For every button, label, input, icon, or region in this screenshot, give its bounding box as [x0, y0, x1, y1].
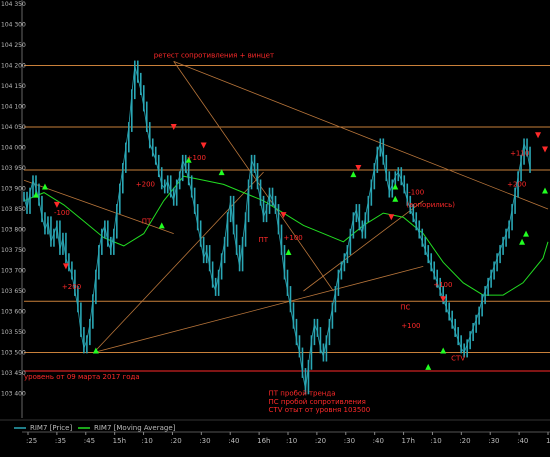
y-tick-label: 104 350 — [1, 1, 26, 8]
y-tick-label: 103 850 — [1, 206, 26, 213]
y-tick-label: 103 800 — [1, 227, 26, 234]
x-tick-label: 17h — [402, 437, 415, 445]
y-tick-label: 104 100 — [1, 104, 26, 111]
annotation-text: ПТ пробой тренда — [269, 390, 336, 398]
x-tick-label: :30 — [344, 437, 355, 445]
x-tick-label: 18h — [546, 437, 550, 445]
annotation-text: +100 — [401, 322, 420, 330]
plot-background — [0, 0, 550, 453]
y-tick-label: 103 900 — [1, 186, 26, 193]
y-axis: 104 350 104 300 104 250 104 200 104 150 104 1… — [1, 0, 26, 418]
annotation-text: ПС — [400, 303, 410, 311]
y-tick-label: 104 050 — [1, 124, 26, 131]
annotation-text: (вопорились) — [406, 201, 455, 209]
y-tick-label: 104 300 — [1, 22, 26, 29]
annotation-text: +100 — [433, 281, 452, 289]
y-tick-label: 104 000 — [1, 145, 26, 152]
annotation-text: -100 — [408, 189, 424, 197]
x-tick-label: :45 — [84, 437, 95, 445]
y-tick-label: 103 550 — [1, 329, 26, 336]
y-tick-label: 103 600 — [1, 309, 26, 316]
annotation-text: ПС пробой сопротивления — [269, 398, 366, 406]
x-tick-label: :20 — [315, 437, 326, 445]
x-tick-label: :30 — [488, 437, 499, 445]
annotation-text: уровень от 09 марта 2017 года — [24, 373, 140, 381]
y-tick-label: 104 250 — [1, 42, 26, 49]
x-tick-label: :20 — [459, 437, 470, 445]
legend-label: RIM7 [Moving Average] — [94, 424, 176, 432]
annotation-text: ПТ — [259, 236, 269, 244]
y-tick-label: 103 950 — [1, 165, 26, 172]
annotation-text: ретест сопротивления + винцет — [154, 51, 274, 59]
x-tick-label: :40 — [373, 437, 384, 445]
y-tick-label: 104 200 — [1, 63, 26, 70]
y-tick-label: 103 650 — [1, 288, 26, 295]
annotation-text: СТV — [451, 355, 465, 363]
x-tick-label: :10 — [142, 437, 153, 445]
x-tick-label: :35 — [55, 437, 66, 445]
annotation-text: +200 — [62, 283, 81, 291]
legend-label: RIM7 [Price] — [30, 424, 72, 432]
y-tick-label: 103 500 — [1, 350, 26, 357]
y-tick-label: 104 150 — [1, 83, 26, 90]
y-tick-label: 103 450 — [1, 370, 26, 377]
annotation-text: +100 — [284, 234, 303, 242]
x-tick-label: :25 — [26, 437, 37, 445]
x-tick-label: :10 — [430, 437, 441, 445]
annotation-text: +110 — [510, 150, 529, 158]
annotation-text: СТV отыт от уровня 103500 — [269, 406, 371, 414]
annotation-text: +100 — [187, 154, 206, 162]
annotation-text: +200 — [136, 180, 155, 188]
annotation-text: ПТ — [142, 217, 152, 225]
y-tick-label: 103 700 — [1, 268, 26, 275]
x-tick-label: :10 — [286, 437, 297, 445]
x-tick-label: :30 — [199, 437, 210, 445]
annotation-text: -100 — [54, 209, 70, 217]
x-tick-label: :40 — [517, 437, 528, 445]
y-tick-label: 103 750 — [1, 247, 26, 254]
price-chart[interactable]: ретест сопротивления + винцет +200 +100 ПТ П… — [0, 0, 550, 453]
chart-window: ретест сопротивления + винцет +200 +100 ПТ П… — [0, 0, 550, 453]
x-tick-label: :20 — [170, 437, 181, 445]
x-tick-label: 15h — [113, 437, 126, 445]
x-tick-label: :40 — [228, 437, 239, 445]
annotation-text: +200 — [507, 180, 526, 188]
y-tick-label: 103 400 — [1, 391, 26, 398]
x-tick-label: 16h — [257, 437, 270, 445]
